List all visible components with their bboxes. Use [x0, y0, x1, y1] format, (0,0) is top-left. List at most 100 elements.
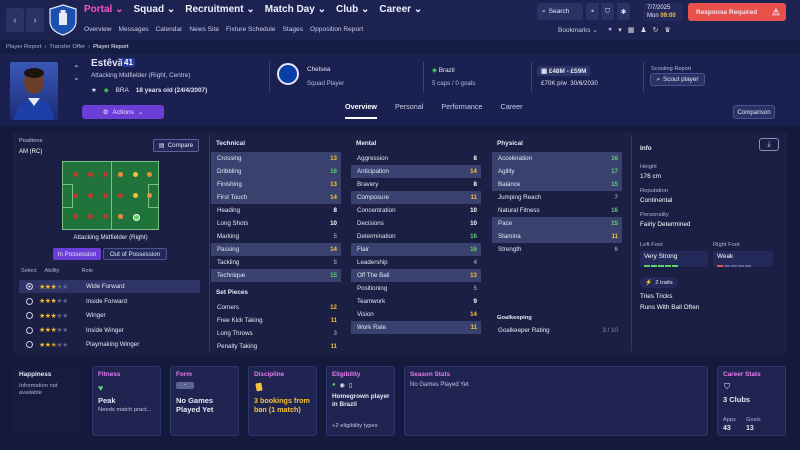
shirt-icon[interactable]: ▾ — [618, 26, 622, 34]
role-row[interactable]: ★★★★★ Playmaking Winger — [19, 338, 200, 351]
out-of-possession-button[interactable]: Out of Possession — [103, 248, 167, 260]
tab-overview[interactable]: Overview — [345, 102, 377, 119]
attribute-row[interactable]: Leadership 4 — [351, 256, 481, 269]
attribute-row[interactable]: Aggression 8 — [351, 152, 481, 165]
form-card[interactable]: Form - No Games Played Yet — [170, 366, 239, 436]
compare-button[interactable]: ▤ Compare — [153, 139, 199, 152]
refresh-icon[interactable]: ↻ — [653, 26, 659, 34]
nav-career[interactable]: Career ⌄ — [379, 4, 422, 15]
attribute-row[interactable]: Stamina 11 — [492, 230, 622, 243]
tab-performance[interactable]: Performance — [441, 102, 482, 119]
gear-icon[interactable]: ✱ — [617, 3, 630, 20]
attribute-row[interactable]: Composure 11 — [351, 191, 481, 204]
traits-badge[interactable]: ⚡ 2 traits — [640, 277, 678, 288]
attribute-row[interactable]: First Touch 14 — [211, 191, 341, 204]
attribute-row[interactable]: Passing 14 — [211, 243, 341, 256]
attribute-row[interactable]: Marking 5 — [211, 230, 341, 243]
nav-club[interactable]: Club ⌄ — [336, 4, 369, 15]
attribute-row[interactable]: Off The Ball 13 — [351, 269, 481, 282]
chat-icon[interactable]: ● — [608, 26, 612, 34]
attribute-row[interactable]: Jumping Reach 7 — [492, 191, 622, 204]
tab-personal[interactable]: Personal — [395, 102, 423, 119]
comparison-button[interactable]: Comparison — [733, 105, 775, 119]
attribute-row[interactable]: Flair 16 — [351, 243, 481, 256]
attribute-row[interactable]: Bravery 8 — [351, 178, 481, 191]
bookmarks-dropdown[interactable]: Bookmarks ⌄ — [558, 26, 598, 34]
attribute-row[interactable]: Free Kick Taking 11 — [211, 314, 341, 327]
subnav-calendar[interactable]: Calendar — [156, 26, 183, 33]
attribute-row[interactable]: Heading 8 — [211, 204, 341, 217]
subnav-news-site[interactable]: News Site — [189, 26, 219, 33]
subnav-stages[interactable]: Stages — [282, 26, 303, 33]
attribute-row[interactable]: Tackling 5 — [211, 256, 341, 269]
attribute-row[interactable]: Long Shots 10 — [211, 217, 341, 230]
nation[interactable]: ◆ Brazil — [432, 66, 455, 74]
attribute-row[interactable]: Vision 14 — [351, 308, 481, 321]
notebook-icon[interactable]: ▪ — [586, 3, 599, 20]
eligibility-card[interactable]: Eligibility ● ◉ ▯ Homegrown player in Br… — [326, 366, 395, 436]
club-crest-icon[interactable] — [48, 4, 78, 36]
attribute-row[interactable]: Anticipation 14 — [351, 165, 481, 178]
crumb-player-report[interactable]: Player Report — [6, 44, 41, 50]
attribute-row[interactable]: Strength 6 — [492, 243, 622, 256]
role-radio[interactable] — [26, 283, 33, 290]
attribute-row[interactable]: Balance 15 — [492, 178, 622, 191]
date-time[interactable]: 7/7/2025 Mon 09:00 — [643, 3, 683, 21]
search-button[interactable]: ⌕ Search — [537, 3, 583, 20]
nav-squad[interactable]: Squad ⌄ — [134, 4, 176, 15]
nav-match-day[interactable]: Match Day ⌄ — [265, 4, 326, 15]
nav-portal[interactable]: Portal ⌄ — [84, 4, 124, 15]
attribute-row[interactable]: Natural Fitness 16 — [492, 204, 622, 217]
attribute-row[interactable]: Decisions 10 — [351, 217, 481, 230]
club-name[interactable]: Chelsea — [307, 66, 330, 73]
attribute-row[interactable]: Positioning 5 — [351, 282, 481, 295]
season-stats-card[interactable]: Season Stats No Games Played Yet — [404, 366, 708, 436]
attribute-row[interactable]: Work Rate 11 — [351, 321, 481, 334]
download-button[interactable]: ⤓ — [759, 138, 779, 151]
attribute-row[interactable]: Crossing 13 — [211, 152, 341, 165]
shield-icon[interactable]: ⛉ — [601, 3, 614, 20]
attribute-row[interactable]: Pace 15 — [492, 217, 622, 230]
chelsea-crest-icon[interactable] — [277, 63, 299, 85]
attribute-row[interactable]: Concentration 10 — [351, 204, 481, 217]
attribute-row[interactable]: Dribbling 16 — [211, 165, 341, 178]
subnav-opposition-report[interactable]: Opposition Report — [310, 26, 363, 33]
back-button[interactable]: ‹ — [6, 8, 24, 32]
response-required-button[interactable]: Response Required ⚠ — [688, 3, 786, 21]
role-row[interactable]: ★★★★★ Inside Winger — [19, 324, 200, 337]
in-possession-button[interactable]: In Possession — [53, 248, 101, 260]
role-radio[interactable] — [26, 312, 33, 319]
subnav-messages[interactable]: Messages — [118, 26, 148, 33]
attribute-row[interactable]: Agility 17 — [492, 165, 622, 178]
role-row[interactable]: ★★★★★ Wide Forward — [19, 280, 200, 293]
role-row[interactable]: ★★★★★ Winger — [19, 309, 200, 322]
happiness-card[interactable]: Happiness Information not available — [13, 366, 82, 436]
attribute-row[interactable]: Teamwork 9 — [351, 295, 481, 308]
forward-button[interactable]: › — [26, 8, 44, 32]
actions-button[interactable]: ⚙ Actions ⌄ — [82, 105, 164, 119]
discipline-card[interactable]: Discipline 3 bookings from ban (1 match) — [248, 366, 317, 436]
attribute-row[interactable]: Determination 16 — [351, 230, 481, 243]
attribute-row[interactable]: Corners 12 — [211, 301, 341, 314]
career-stats-card[interactable]: Career Stats ⛉ 3 Clubs Apps Goals 43 13 — [717, 366, 786, 436]
nav-recruitment[interactable]: Recruitment ⌄ — [185, 4, 255, 15]
tab-career[interactable]: Career — [501, 102, 523, 119]
role-radio[interactable] — [26, 326, 33, 334]
trophy-icon[interactable]: ♛ — [665, 26, 671, 34]
subnav-overview[interactable]: Overview — [84, 26, 111, 33]
scout-player-button[interactable]: ⌕ Scout player — [650, 73, 705, 86]
attribute-row[interactable]: Finishing 13 — [211, 178, 341, 191]
fitness-card[interactable]: Fitness ♥ Peak Needs match pract... — [92, 366, 161, 436]
attribute-row[interactable]: Technique 15 — [211, 269, 341, 282]
crumb-transfer-offer[interactable]: Transfer Offer — [49, 44, 85, 50]
tactics-icon[interactable]: ▦ — [628, 26, 635, 34]
attribute-row[interactable]: Long Throws 3 — [211, 327, 341, 340]
prev-next-player[interactable]: ⌃ ⌄ — [73, 64, 80, 82]
role-radio[interactable] — [26, 341, 33, 348]
attribute-row[interactable]: Penalty Taking 11 — [211, 340, 341, 353]
attribute-row[interactable]: Acceleration 16 — [492, 152, 622, 165]
people-icon[interactable]: ♟ — [640, 26, 646, 34]
role-radio[interactable] — [26, 297, 33, 305]
subnav-fixture-schedule[interactable]: Fixture Schedule — [226, 26, 275, 33]
role-row[interactable]: ★★★★★ Inside Forward — [19, 295, 200, 308]
